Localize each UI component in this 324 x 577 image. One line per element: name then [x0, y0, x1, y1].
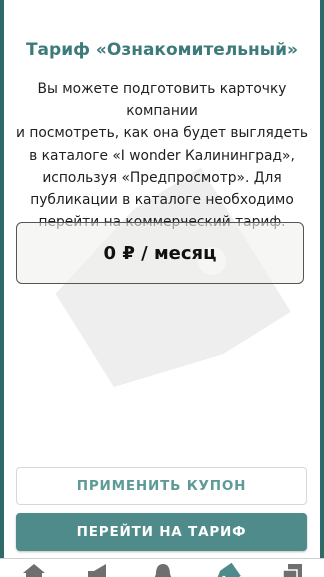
- description-line: Вы можете подготовить карточку компании: [37, 81, 287, 120]
- page-title: Тариф «Ознакомительный»: [25, 40, 299, 60]
- tag-icon: [217, 562, 241, 577]
- apply-coupon-button[interactable]: ПРИМЕНИТЬ КУПОН: [16, 467, 307, 505]
- apply-coupon-label: ПРИМЕНИТЬ КУПОН: [76, 478, 247, 494]
- price-box: 0 ₽ / месяц: [16, 222, 304, 284]
- tab-notifications[interactable]: [149, 561, 177, 577]
- price-value: 0 ₽ / месяц: [103, 242, 217, 264]
- description-line: в каталоге «I wonder Калининград»,: [29, 147, 295, 164]
- right-edge-bar: [320, 0, 324, 576]
- go-to-tariff-label: ПЕРЕЙТИ НА ТАРИФ: [76, 524, 247, 540]
- home-icon: [23, 564, 45, 577]
- description-line: используя «Предпросмотр». Для: [42, 169, 282, 186]
- megaphone-icon: [88, 564, 106, 577]
- tab-tariffs[interactable]: [214, 561, 242, 577]
- go-to-tariff-button[interactable]: ПЕРЕЙТИ НА ТАРИФ: [16, 513, 307, 551]
- bottom-tab-bar: [0, 558, 324, 577]
- pages-icon: [282, 564, 302, 577]
- tab-pages[interactable]: [278, 561, 306, 577]
- tab-home[interactable]: [20, 561, 48, 577]
- description-line: и посмотреть, как она будет выглядеть: [16, 125, 308, 142]
- tab-announcements[interactable]: [84, 561, 112, 577]
- left-edge-bar: [0, 0, 4, 576]
- tariff-description: Вы можете подготовить карточку компании …: [12, 78, 312, 233]
- description-line: публикации в каталоге необходимо: [30, 192, 294, 209]
- bell-icon: [154, 564, 172, 577]
